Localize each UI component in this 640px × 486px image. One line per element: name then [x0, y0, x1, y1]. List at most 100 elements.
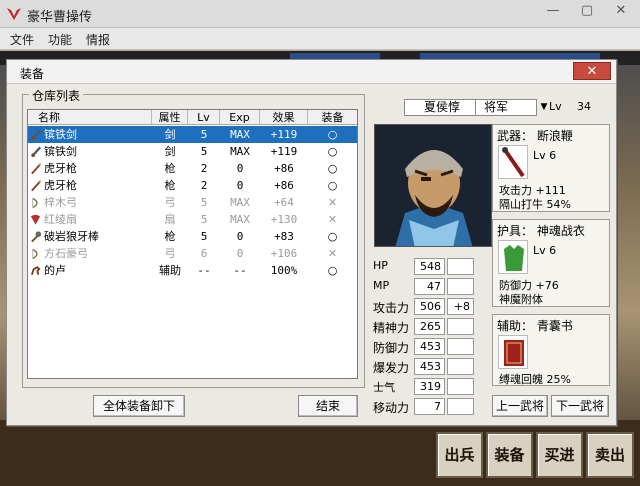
armor-title: 护具： 神魂战衣 [497, 224, 585, 238]
cell-effect: +86 [274, 179, 294, 192]
table-row[interactable]: 红绫扇 扇 5 MAX +130 ✕ [28, 211, 357, 228]
table-header: 名称 属性 Lv Exp 效果 装备 [28, 110, 357, 125]
mace-icon [31, 231, 42, 243]
stat-bonus [447, 278, 474, 295]
aux-title: 辅助： 青囊书 [497, 319, 573, 333]
stat-bonus [447, 318, 474, 335]
cell-type: 辅助 [159, 264, 181, 277]
weapon-item-icon[interactable] [498, 145, 528, 179]
weapon-lv: Lv 6 [533, 149, 557, 162]
stat-value: 506 [414, 298, 445, 315]
stat-label: 精神力 [373, 321, 410, 335]
col-equip[interactable]: 装备 [308, 110, 357, 125]
sword-icon [30, 146, 42, 158]
app-logo-icon [7, 8, 21, 20]
cell-lv: 5 [200, 196, 208, 209]
stat-label: 士气 [373, 381, 395, 394]
cell-lv: 5 [200, 128, 208, 141]
book-item-icon[interactable] [498, 335, 528, 369]
dialog-close-button[interactable]: ✕ [573, 62, 611, 80]
cell-effect: +119 [270, 145, 298, 158]
cell-exp: MAX [230, 128, 250, 141]
weapon-title: 武器： 断浪鞭 [497, 129, 573, 143]
cell-name: 梓木弓 [44, 196, 77, 209]
col-type[interactable]: 属性 [152, 110, 188, 125]
fan-icon [30, 214, 41, 225]
menu-file[interactable]: 文件 [10, 31, 34, 48]
cell-name: 的卢 [44, 264, 66, 277]
cell-equip: ✕ [327, 196, 338, 209]
table-row[interactable]: 的卢 辅助 -- -- 100% ○ [28, 262, 357, 279]
stat-label: 移动力 [373, 401, 410, 415]
table-row[interactable]: 方石豪弓 弓 6 0 +106 ✕ [28, 245, 357, 262]
close-window-button[interactable]: ✕ [604, 0, 638, 24]
hero-rank-select[interactable]: 将军 [475, 99, 537, 116]
col-name[interactable]: 名称 [28, 110, 152, 125]
app-title: 豪华曹操传 [27, 10, 93, 25]
stat-value: 453 [414, 358, 445, 375]
sell-button[interactable]: 卖出 [586, 432, 634, 478]
cell-lv: 5 [200, 213, 208, 226]
stat-value: 265 [414, 318, 445, 335]
cell-name: 方石豪弓 [44, 247, 88, 260]
inventory-table: 名称 属性 Lv Exp 效果 装备 镔铁剑剑 5 MAX +119 ○ 镔铁剑剑 5 MAX… [27, 109, 358, 379]
table-row[interactable]: 虎牙枪 枪 2 0 +86 ○ [28, 177, 357, 194]
maximize-button[interactable]: ▢ [570, 0, 604, 24]
stat-label: 攻击力 [373, 301, 410, 315]
stat-value: 7 [414, 398, 445, 415]
cell-name: 镔铁剑 [44, 145, 77, 158]
stat-bonus [447, 338, 474, 355]
cell-type: 弓 [164, 247, 176, 260]
minimize-button[interactable]: — [536, 0, 570, 24]
cell-effect: +64 [274, 196, 294, 209]
stat-bonus: +8 [447, 298, 474, 315]
cell-exp: 0 [236, 247, 244, 260]
equip-button[interactable]: 装备 [486, 432, 533, 478]
col-exp[interactable]: Exp [220, 110, 260, 125]
cell-lv: 5 [200, 230, 208, 243]
deploy-button[interactable]: 出兵 [436, 432, 483, 478]
cell-equip: ○ [327, 145, 338, 158]
cell-effect: +130 [270, 213, 298, 226]
table-row[interactable]: 虎牙枪 枪 2 0 +86 ○ [28, 160, 357, 177]
finish-button[interactable]: 结束 [298, 395, 358, 417]
cell-type: 枪 [164, 230, 176, 243]
next-general-button[interactable]: 下一武将 [551, 395, 609, 417]
hero-name[interactable]: 夏侯惇 [404, 99, 480, 116]
table-row[interactable]: 梓木弓 弓 5 MAX +64 ✕ [28, 194, 357, 211]
equip-dialog: 装备 ✕ 仓库列表 名称 属性 Lv Exp 效果 装备 镔铁剑剑 5 MAX +11… [6, 59, 617, 426]
stat-label: 爆发力 [373, 361, 410, 375]
unequip-all-button[interactable]: 全体装备卸下 [93, 395, 185, 417]
cell-equip: ○ [327, 128, 338, 141]
table-row[interactable]: 破岩狼牙棒 枪 5 0 +83 ○ [28, 228, 357, 245]
table-row[interactable]: 镔铁剑 剑 5 MAX +119 ○ [28, 143, 357, 160]
stat-value: 453 [414, 338, 445, 355]
cell-effect: 100% [270, 264, 298, 277]
armor-item-icon[interactable] [498, 240, 528, 274]
cell-exp: -- [233, 264, 247, 277]
stat-label: MP [373, 279, 390, 292]
cell-equip: ○ [327, 162, 338, 175]
col-lv[interactable]: Lv [188, 110, 220, 125]
buy-button[interactable]: 买进 [536, 432, 583, 478]
col-effect[interactable]: 效果 [260, 110, 308, 125]
prev-general-button[interactable]: 上一武将 [492, 395, 548, 417]
cell-effect: +106 [270, 247, 298, 260]
cell-effect: +119 [270, 128, 298, 141]
stat-bonus [447, 378, 474, 395]
cell-exp: MAX [230, 145, 250, 158]
menu-bar: 文件 功能 情报 [0, 28, 640, 50]
armor-lv: Lv 6 [533, 244, 557, 257]
stat-value: 319 [414, 378, 445, 395]
cell-type: 枪 [164, 162, 176, 175]
horse-icon [30, 266, 41, 275]
cell-name: 虎牙枪 [44, 179, 77, 192]
cell-exp: MAX [230, 213, 250, 226]
cell-name: 虎牙枪 [44, 162, 77, 175]
spear-icon [31, 180, 42, 192]
menu-functions[interactable]: 功能 [48, 31, 72, 48]
menu-info[interactable]: 情报 [86, 31, 110, 48]
cell-type: 剑 [164, 145, 176, 158]
cell-effect: +86 [274, 162, 294, 175]
table-row[interactable]: 镔铁剑 剑 5 MAX +119 ○ [28, 126, 357, 143]
